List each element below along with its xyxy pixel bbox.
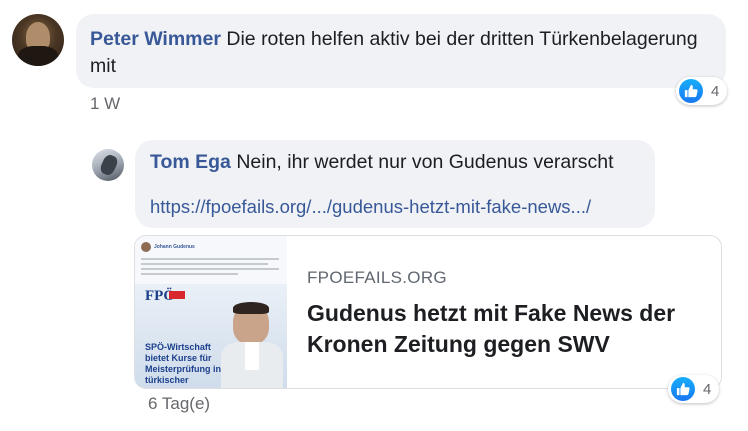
avatar-body (18, 46, 58, 66)
thumb-avatar (141, 242, 151, 252)
thumb-headline: SPÖ-Wirtschaft bietet Kurse für Meisterp… (145, 342, 221, 385)
comment-bubble: Peter Wimmer Die roten helfen aktiv bei … (76, 14, 726, 88)
thumb-poster-name: Johann Gudenus (154, 244, 195, 250)
reaction-count: 4 (703, 380, 712, 398)
comment-author[interactable]: Peter Wimmer (90, 28, 221, 50)
thumb-person-collar (245, 342, 259, 370)
thumb-image: FPÖ SPÖ-Wirtschaft bietet Kurse für Meis… (135, 284, 287, 388)
comment-text: Nein, ihr werdet nur von Gudenus verarsc… (236, 151, 614, 173)
comment-author[interactable]: Tom Ega (150, 151, 231, 173)
link-preview-card[interactable]: Johann Gudenus FPÖ SPÖ-Wirtschaft bietet… (134, 235, 722, 389)
thumbs-up-icon (679, 79, 703, 103)
reaction-summary[interactable]: 4 (676, 77, 728, 105)
comment-timestamp[interactable]: 1 W (90, 94, 120, 114)
thumb-text-lines (141, 258, 279, 275)
reaction-count: 4 (711, 82, 720, 100)
comment-timestamp[interactable]: 6 Tag(e) (148, 394, 210, 414)
avatar[interactable] (12, 14, 64, 66)
comment-link[interactable]: https://fpoefails.org/.../gudenus-hetzt-… (150, 196, 591, 218)
thumb-post-header: Johann Gudenus (141, 242, 195, 252)
reaction-summary[interactable]: 4 (668, 375, 720, 403)
link-preview-domain: FPOEFAILS.ORG (307, 268, 447, 287)
link-preview-body: FPOEFAILS.ORG Gudenus hetzt mit Fake New… (287, 236, 707, 388)
link-preview-title[interactable]: Gudenus hetzt mit Fake News der Kronen Z… (307, 298, 707, 360)
thumb-person-hair (233, 302, 269, 314)
avatar[interactable] (92, 149, 124, 181)
link-preview-thumbnail: Johann Gudenus FPÖ SPÖ-Wirtschaft bietet… (135, 236, 287, 388)
badge-stripe (169, 291, 185, 299)
avatar-figure (98, 152, 120, 178)
thumbs-up-icon (671, 377, 695, 401)
